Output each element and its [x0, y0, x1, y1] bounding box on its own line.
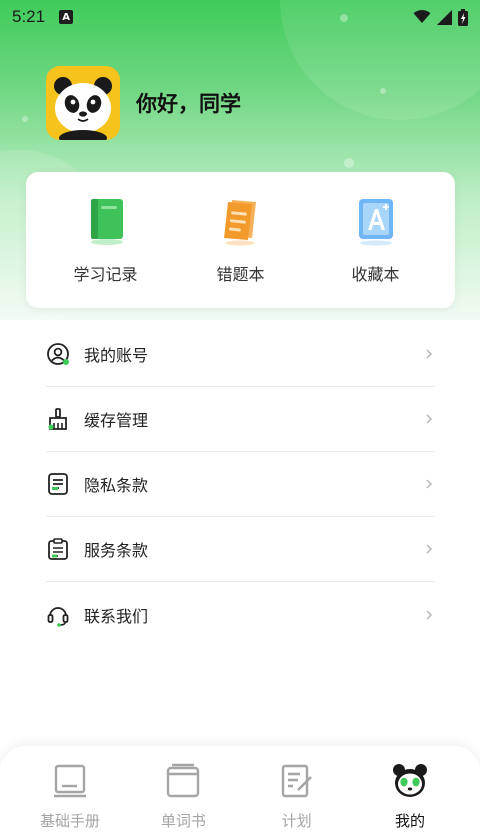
- app-notification-icon: A: [59, 10, 74, 24]
- profile-header: 你好，同学: [46, 66, 241, 140]
- document-icon: [48, 473, 68, 495]
- decor-dot: [344, 158, 354, 168]
- menu-item-label: 服务条款: [84, 541, 149, 560]
- chevron-right-icon: [426, 479, 433, 489]
- shortcut-label: 收藏本: [351, 265, 400, 284]
- bottom-tab-bar: 基础手册 单词书 计划 我的: [0, 746, 480, 840]
- plan-icon: [281, 764, 312, 798]
- status-time: 5:21: [12, 7, 46, 26]
- menu-item-label: 隐私条款: [84, 476, 149, 495]
- menu-item-contact-us[interactable]: 联系我们: [46, 582, 435, 647]
- shortcut-label: 错题本: [216, 265, 265, 284]
- handbook-icon: [54, 764, 86, 798]
- menu-item-service-terms[interactable]: 服务条款: [46, 517, 435, 582]
- chevron-right-icon: [426, 544, 433, 554]
- settings-menu: 我的账号 缓存管理 隐私条款 服务条款 联系我们: [46, 322, 435, 647]
- shortcut-card: 学习记录 错题本 收藏本: [26, 172, 455, 308]
- status-bar: 5:21 A: [0, 0, 480, 34]
- tab-label: 基础手册: [39, 812, 100, 830]
- wordbook-icon: [167, 763, 200, 798]
- shortcut-favorites[interactable]: 收藏本: [316, 195, 436, 285]
- wifi-icon: [413, 10, 431, 23]
- orange-notebook-icon: [223, 200, 256, 246]
- tab-mine[interactable]: 我的: [356, 762, 464, 840]
- menu-item-cache-management[interactable]: 缓存管理: [46, 387, 435, 452]
- decor-dot: [22, 116, 28, 122]
- clipboard-icon: [48, 538, 68, 560]
- account-icon: [47, 343, 69, 365]
- signal-icon: [437, 9, 452, 25]
- menu-item-my-account[interactable]: 我的账号: [46, 322, 435, 387]
- shortcut-wrong-answers[interactable]: 错题本: [181, 195, 301, 285]
- tab-wordbook[interactable]: 单词书: [129, 762, 237, 840]
- menu-item-label: 缓存管理: [84, 411, 149, 430]
- avatar[interactable]: [46, 66, 120, 140]
- tab-plan[interactable]: 计划: [243, 762, 351, 840]
- tab-basic-handbook[interactable]: 基础手册: [16, 762, 124, 840]
- tab-label: 计划: [281, 812, 312, 830]
- blue-letter-a-icon: [358, 199, 393, 246]
- broom-icon: [48, 408, 67, 430]
- decor-dot: [380, 88, 386, 94]
- menu-item-label: 联系我们: [84, 606, 149, 626]
- battery-icon: [458, 8, 468, 26]
- menu-item-label: 我的账号: [84, 346, 149, 365]
- chevron-right-icon: [426, 414, 433, 424]
- tab-label: 单词书: [160, 812, 206, 830]
- panda-icon: [392, 764, 427, 797]
- panda-avatar-icon: [54, 77, 112, 140]
- green-book-icon: [90, 199, 123, 245]
- greeting-text: 你好，同学: [136, 92, 241, 116]
- menu-item-privacy-terms[interactable]: 隐私条款: [46, 452, 435, 517]
- shortcut-label: 学习记录: [73, 265, 138, 284]
- headset-icon: [47, 606, 69, 627]
- shortcut-study-record[interactable]: 学习记录: [46, 195, 166, 285]
- tab-label: 我的: [394, 812, 425, 830]
- chevron-right-icon: [426, 349, 433, 359]
- chevron-right-icon: [426, 609, 433, 620]
